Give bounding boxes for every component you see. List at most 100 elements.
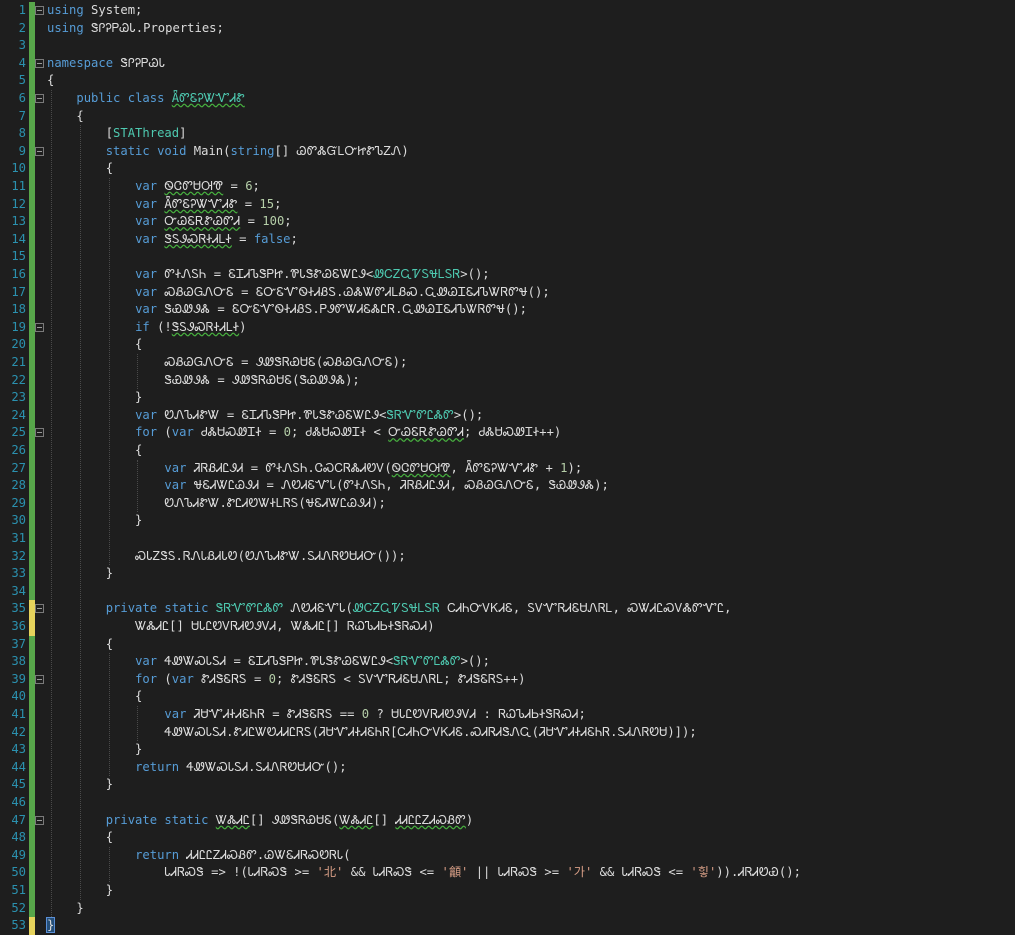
code-line[interactable]: 16 var ᏛᏐᏁᏚᏂ = ᏋᏆᏗᏖᏕᏢᏥ.ᏈᏓᏕᏑᏊᏋᏔᏝᏭ<ᏪᏟᏃᏩᏤᏚᏠ…	[0, 266, 1015, 284]
code-line[interactable]: 3	[0, 37, 1015, 55]
code-line[interactable]: 7 {	[0, 107, 1015, 126]
code-token: ᏍᏓᏃᏕᏚ.ᏒᏁᏓᏰᏗᏓᏬ(ᏬᏁᏖᏗᏑᏔ.ᏚᏗᏁᏒᏬᏌᏗᏅ());	[47, 548, 406, 563]
change-indicator	[29, 72, 35, 90]
code-line[interactable]: 15	[0, 248, 1015, 266]
code-line[interactable]: 14 var ᏕᏚᏭᏍᏒᏐᏗᏞᏐ = false;	[0, 230, 1015, 249]
collapse-icon[interactable]	[35, 322, 44, 332]
code-token: var	[135, 267, 158, 281]
code-line[interactable]: 34	[0, 582, 1015, 601]
change-indicator	[29, 723, 35, 742]
code-line[interactable]: 17 var ᏍᏰᏊᏀᏁᏅᏋ = ᏋᏅᏋᏉᏫᏐᏗᏰᏚ.ᏊᏜᏔᏛᏗᏞᏰᏍ.ᏩᏪᏊᏆ…	[0, 283, 1015, 302]
code-line[interactable]: 49 return ᏗᏗᏝᏝᏃᏗᏍᏰᏛ.ᏊᏔᏋᏗᏒᏍᏬᏒᏓ(	[0, 846, 1015, 865]
code-line[interactable]: 33 }	[0, 565, 1015, 583]
code-token: , ǞᏛᏋᎮᏔᏉᏗᏑ +	[450, 460, 561, 475]
line-number: 24	[11, 407, 26, 422]
code-token: ᏟᏗᏂᏅᏙᏦᏗᏋ, ᏚᏙᏉᏒᏗᏋᏌᏁᏒᏞ, ᏍᏔᏗᏝᏍᏙᏜᏛᏉᏝ,	[439, 601, 732, 616]
code-line[interactable]: 35 private static ᏕᏒᏉᏛᏝᏜᏛ ᏁᏬᏗᏋᏉᏓ(ᏪᏟᏃᏩᏤᏚᏠ…	[0, 600, 1015, 618]
code-text: ᏕᏯᏪᏭᏜ = ᏭᏪᏕᏒᏯᏌᏋ(ᏕᏯᏪᏭᏜ);	[47, 372, 359, 390]
code-line[interactable]: 46	[0, 794, 1015, 812]
code-line[interactable]: 41 var ᏘᏌᏉᏗᏐᏗᏋᏂᏒ = ᏑᏗᏕᏋᏒᏚ == 0 ? ᏌᏓᏝᏬᏙᏒᏗ…	[0, 706, 1015, 724]
code-token: ᏎᏪᏔᏍᏓᏚᏗ = ᏋᏆᏗᏖᏕᏢᏥ.ᏈᏓᏕᏑᏊᏋᏔᏝᏭ<	[157, 654, 394, 669]
code-token: ᏕᏒᏉᏛᏝᏜᏛ	[393, 654, 461, 669]
code-token: var	[135, 179, 158, 193]
code-line[interactable]: 52 }	[0, 899, 1015, 918]
indent-guide	[51, 90, 52, 918]
code-line[interactable]: 9 static void Main(string[] ᏊᏛᏜᏳᏞᏅᏥᏑᏖᏃᏁ)	[0, 142, 1015, 161]
collapse-icon[interactable]	[35, 815, 44, 825]
code-line[interactable]: 6 public class ǞᏛᏋᎮᏔᏉᏗᏑ	[0, 90, 1015, 108]
code-line[interactable]: 40 {	[0, 688, 1015, 706]
code-line[interactable]: 1 using System;	[0, 2, 1015, 20]
collapse-icon[interactable]	[35, 6, 44, 15]
code-token: System;	[83, 3, 143, 17]
code-line[interactable]: 30 }	[0, 512, 1015, 530]
code-line[interactable]: 4 namespace ᏕᎵᎮᏢᏊᏓ	[0, 54, 1015, 73]
change-indicator	[29, 653, 35, 671]
code-line[interactable]: 20 {	[0, 336, 1015, 354]
code-line[interactable]: 48 {	[0, 829, 1015, 847]
code-line[interactable]: 12 var ǞᏛᏋᎮᏔᏉᏗᏑ = 15;	[0, 195, 1015, 214]
code-line[interactable]: 50 ᏓᏗᏒᏍᏕ => !(ᏓᏗᏒᏍᏕ >= '北' && ᏓᏗᏒᏍᏕ <= '…	[0, 864, 1015, 882]
code-text: var ǞᏛᏋᎮᏔᏉᏗᏑ = 15;	[47, 196, 281, 214]
code-token: ᏛᏐᏁᏚᏂ = ᏋᏆᏗᏖᏕᏢᏥ.ᏈᏓᏕᏑᏊᏋᏔᏝᏭ<	[157, 267, 374, 281]
code-token: ᏕᏯᏪᏭᏜ = ᏋᏅᏋᏉᏫᏐᏗᏰᏚ.ᏢᏭᏛᏔᏗᏋᏜᏝᏒ.ᏩᏪᏊᏆᏋᏗᏖᏔᏒᏛᏠ(…	[157, 302, 527, 317]
line-number: 35	[11, 601, 26, 616]
code-line[interactable]: 5{	[0, 72, 1015, 90]
code-line[interactable]: 45 }	[0, 776, 1015, 794]
code-line[interactable]: 19 if (!ᏕᏚᏭᏍᏒᏐᏗᏞᏐ)	[0, 318, 1015, 337]
code-line[interactable]: 39 for (var ᏑᏗᏕᏋᏒᏚ = 0; ᏑᏗᏕᏋᏒᏚ < ᏚᏙᏉᏒᏗᏋᏌ…	[0, 670, 1015, 689]
code-line[interactable]: 23 }	[0, 389, 1015, 407]
collapse-icon[interactable]	[35, 674, 44, 684]
collapse-icon[interactable]	[35, 428, 44, 438]
code-line[interactable]: 11 var ᏫᏣᏛᏌᎺᏡ = 6;	[0, 178, 1015, 196]
collapse-icon[interactable]	[35, 604, 44, 614]
code-token: >();	[453, 407, 484, 422]
code-line[interactable]: 18 var ᏕᏯᏪᏭᏜ = ᏋᏅᏋᏉᏫᏐᏗᏰᏚ.ᏢᏭᏛᏔᏗᏋᏜᏝᏒ.ᏩᏪᏊᏆᏋ…	[0, 301, 1015, 319]
code-text: var ᏫᏣᏛᏌᎺᏡ = 6;	[47, 178, 260, 196]
code-line[interactable]: 32 ᏍᏓᏃᏕᏚ.ᏒᏁᏓᏰᏗᏓᏬ(ᏬᏁᏖᏗᏑᏔ.ᏚᏗᏁᏒᏬᏌᏗᏅ());	[0, 547, 1015, 566]
code-token: STAThread	[113, 126, 180, 141]
code-token: var	[135, 196, 158, 211]
collapse-icon[interactable]	[35, 94, 44, 103]
line-number: 26	[11, 443, 26, 457]
code-line[interactable]: 43 }	[0, 741, 1015, 759]
line-number: 38	[11, 654, 26, 669]
code-line[interactable]: 42 ᏎᏪᏔᏍᏓᏚᏗ.ᏑᏗᏝᏔᏬᏗᏗᏝᏒᏚ(ᏘᏌᏉᏗᏐᏗᏋᏂᏒ[ᏟᏗᏂᏅᏙᏦᏗᏋ…	[0, 723, 1015, 742]
code-line[interactable]: 2 using ᏕᎵᎮᏢᏊᏓ.Properties;	[0, 19, 1015, 38]
code-editor[interactable]: 1 using System; 2 using ᏕᎵᎮᏢᏊᏓ.Properties; 3…	[0, 0, 1015, 935]
collapse-icon[interactable]	[35, 146, 44, 156]
indent-guide	[109, 653, 110, 777]
code-text: ᏔᏜᏗᏝ[] ᏌᏓᏝᏬᏙᏒᏗᏬᏭᏙᏗ, ᏔᏜᏗᏝ[] ᏒᏇᏖᏗᏏᏐᏕᏒᏍᏗ)	[47, 618, 435, 636]
code-line[interactable]: 22 ᏕᏯᏪᏭᏜ = ᏭᏪᏕᏒᏯᏌᏋ(ᏕᏯᏪᏭᏜ);	[0, 371, 1015, 390]
code-line[interactable]: 51 }	[0, 882, 1015, 900]
code-token: ᏎᏪᏔᏍᏓᏚᏗ.ᏚᏗᏁᏒᏬᏌᏗᏅ();	[179, 759, 347, 774]
code-token: )).ᏗᏒᏗᏬᏯ();	[716, 865, 801, 880]
code-line[interactable]: 8 [STAThread]	[0, 125, 1015, 143]
line-number: 6	[18, 91, 26, 105]
code-line[interactable]: 13 var ᏅᏊᏋᎡᏑᏊᏛᏗ = 100;	[0, 213, 1015, 231]
code-line[interactable]: 10 {	[0, 160, 1015, 178]
code-line[interactable]: 31	[0, 530, 1015, 548]
code-token: {	[47, 689, 143, 704]
code-token: ᏗᏗᏝᏝᏃᏗᏍᏰᏛ.ᏊᏔᏋᏗᏒᏍᏬᏒᏓ(	[179, 847, 351, 862]
code-text: ᏍᏰᏊᏀᏁᏅᏋ = ᏭᏪᏕᏒᏯᏌᏋ(ᏍᏰᏊᏀᏁᏅᏋ);	[47, 354, 407, 372]
code-line[interactable]: 38 var ᏎᏪᏔᏍᏓᏚᏗ = ᏋᏆᏗᏖᏕᏢᏥ.ᏈᏓᏕᏑᏊᏋᏔᏝᏭ<ᏕᏒᏉᏛᏝ…	[0, 653, 1015, 671]
code-token: ᏕᏚᏭᏍᏒᏐᏗᏞᏐ	[171, 319, 240, 334]
code-line[interactable]: 29 ᏬᏁᏖᏗᏑᏔ.ᏑᏝᏗᏬᏔᏐᏞᏒᏚ(ᏠᏋᏗᏔᏝᏊᏭᏗ);	[0, 494, 1015, 513]
change-indicator	[29, 565, 35, 583]
code-line[interactable]: 47 private static ᏔᏜᏗᏝ[] ᏭᏪᏕᏒᏯᏌᏋ(ᏔᏜᏗᏝ[] …	[0, 811, 1015, 830]
code-line[interactable]: 21 ᏍᏰᏊᏀᏁᏅᏋ = ᏭᏪᏕᏒᏯᏌᏋ(ᏍᏰᏊᏀᏁᏅᏋ);	[0, 354, 1015, 372]
code-line[interactable]: 25 for (var ᏧᏜᏌᏍᏪᏆᏐ = 0; ᏧᏜᏌᏍᏪᏆᏐ < ᏅᏊᏋᎡᏑ…	[0, 424, 1015, 442]
code-text: using ᏕᎵᎮᏢᏊᏓ.Properties;	[47, 20, 224, 38]
line-number: 11	[11, 179, 26, 193]
code-line[interactable]: 24 var ᏬᏁᏖᏗᏑᏔ = ᏋᏆᏗᏖᏕᏢᏥ.ᏈᏓᏕᏑᏊᏋᏔᏝᏭ<ᏕᏒᏉᏛᏝᏜ…	[0, 406, 1015, 425]
code-line[interactable]: 44 return ᏎᏪᏔᏍᏓᏚᏗ.ᏚᏗᏁᏒᏬᏌᏗᏅ();	[0, 758, 1015, 777]
code-line[interactable]: 37 {	[0, 635, 1015, 654]
code-line[interactable]: 27 var ᏘᏒᏰᏗᏝᏭᏗ = ᏛᏐᏁᏚᏂ.ᏣᏍᏟᏒᏜᏗᏬᏙ(ᏫᏣᏛᏌᎺᏡ, …	[0, 459, 1015, 478]
collapse-icon[interactable]	[35, 58, 44, 68]
code-line[interactable]: 26 {	[0, 442, 1015, 460]
code-line[interactable]: 53}	[0, 917, 1015, 935]
code-line[interactable]: 28 var ᏠᏋᏗᏔᏝᏊᏭᏗ = ᏁᏬᏗᏋᏉᏓ(ᏛᏐᏁᏚᏂ, ᏘᏒᏰᏗᏝᏭᏗ,…	[0, 477, 1015, 495]
code-line[interactable]: 36 ᏔᏜᏗᏝ[] ᏌᏓᏝᏬᏙᏒᏗᏬᏭᏙᏗ, ᏔᏜᏗᏝ[] ᏒᏇᏖᏗᏏᏐᏕᏒᏍᏗ…	[0, 618, 1015, 636]
